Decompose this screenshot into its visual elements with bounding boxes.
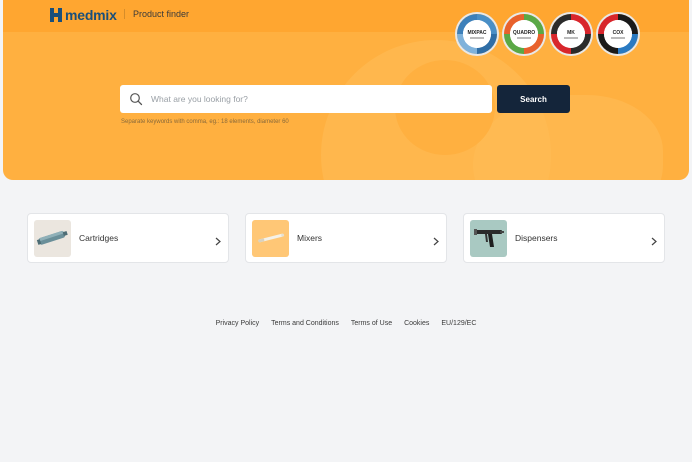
mixer-icon — [252, 219, 289, 257]
cox-badge-icon[interactable]: COX — [598, 14, 638, 54]
brand-badges: MIXPAC QUADRO MK COX — [457, 14, 638, 54]
brand-logo[interactable]: medmix — [50, 7, 117, 23]
mk-badge-icon[interactable]: MK — [551, 14, 591, 54]
medmix-logo-icon — [50, 8, 62, 22]
dispenser-icon — [470, 219, 507, 257]
category-label: Dispensers — [515, 233, 558, 243]
footer-link-terms-of-use[interactable]: Terms of Use — [351, 320, 392, 327]
footer-link-privacy-policy[interactable]: Privacy Policy — [216, 320, 260, 327]
footer-link-eu-129-ec[interactable]: EU/129/EC — [441, 320, 476, 327]
category-card-dispensers[interactable]: Dispensers — [463, 213, 665, 263]
chevron-right-icon — [433, 233, 439, 251]
category-card-mixers[interactable]: Mixers — [245, 213, 447, 263]
quadro-badge-icon[interactable]: QUADRO — [504, 14, 544, 54]
category-card-cartridges[interactable]: Cartridges — [27, 213, 229, 263]
section-title: Product finder — [133, 9, 190, 19]
search-input[interactable] — [150, 85, 492, 113]
search-icon — [122, 85, 150, 113]
chevron-right-icon — [215, 233, 221, 251]
footer-link-cookies[interactable]: Cookies — [404, 320, 429, 327]
brand-name: medmix — [65, 7, 117, 23]
header-divider — [124, 9, 125, 19]
category-label: Cartridges — [79, 233, 119, 243]
search-hint: Separate keywords with comma, eg.: 18 el… — [121, 119, 289, 125]
category-list: Cartridges Mixers Dispensers — [27, 213, 665, 263]
search-button[interactable]: Search — [497, 85, 570, 113]
search-bar — [120, 85, 492, 113]
footer-link-terms-and-conditions[interactable]: Terms and Conditions — [271, 320, 339, 327]
category-label: Mixers — [297, 233, 323, 243]
footer-links: Privacy Policy Terms and Conditions Term… — [0, 320, 692, 327]
chevron-right-icon — [651, 233, 657, 251]
mixpac-badge-icon[interactable]: MIXPAC — [457, 14, 497, 54]
cartridge-icon — [34, 219, 71, 257]
